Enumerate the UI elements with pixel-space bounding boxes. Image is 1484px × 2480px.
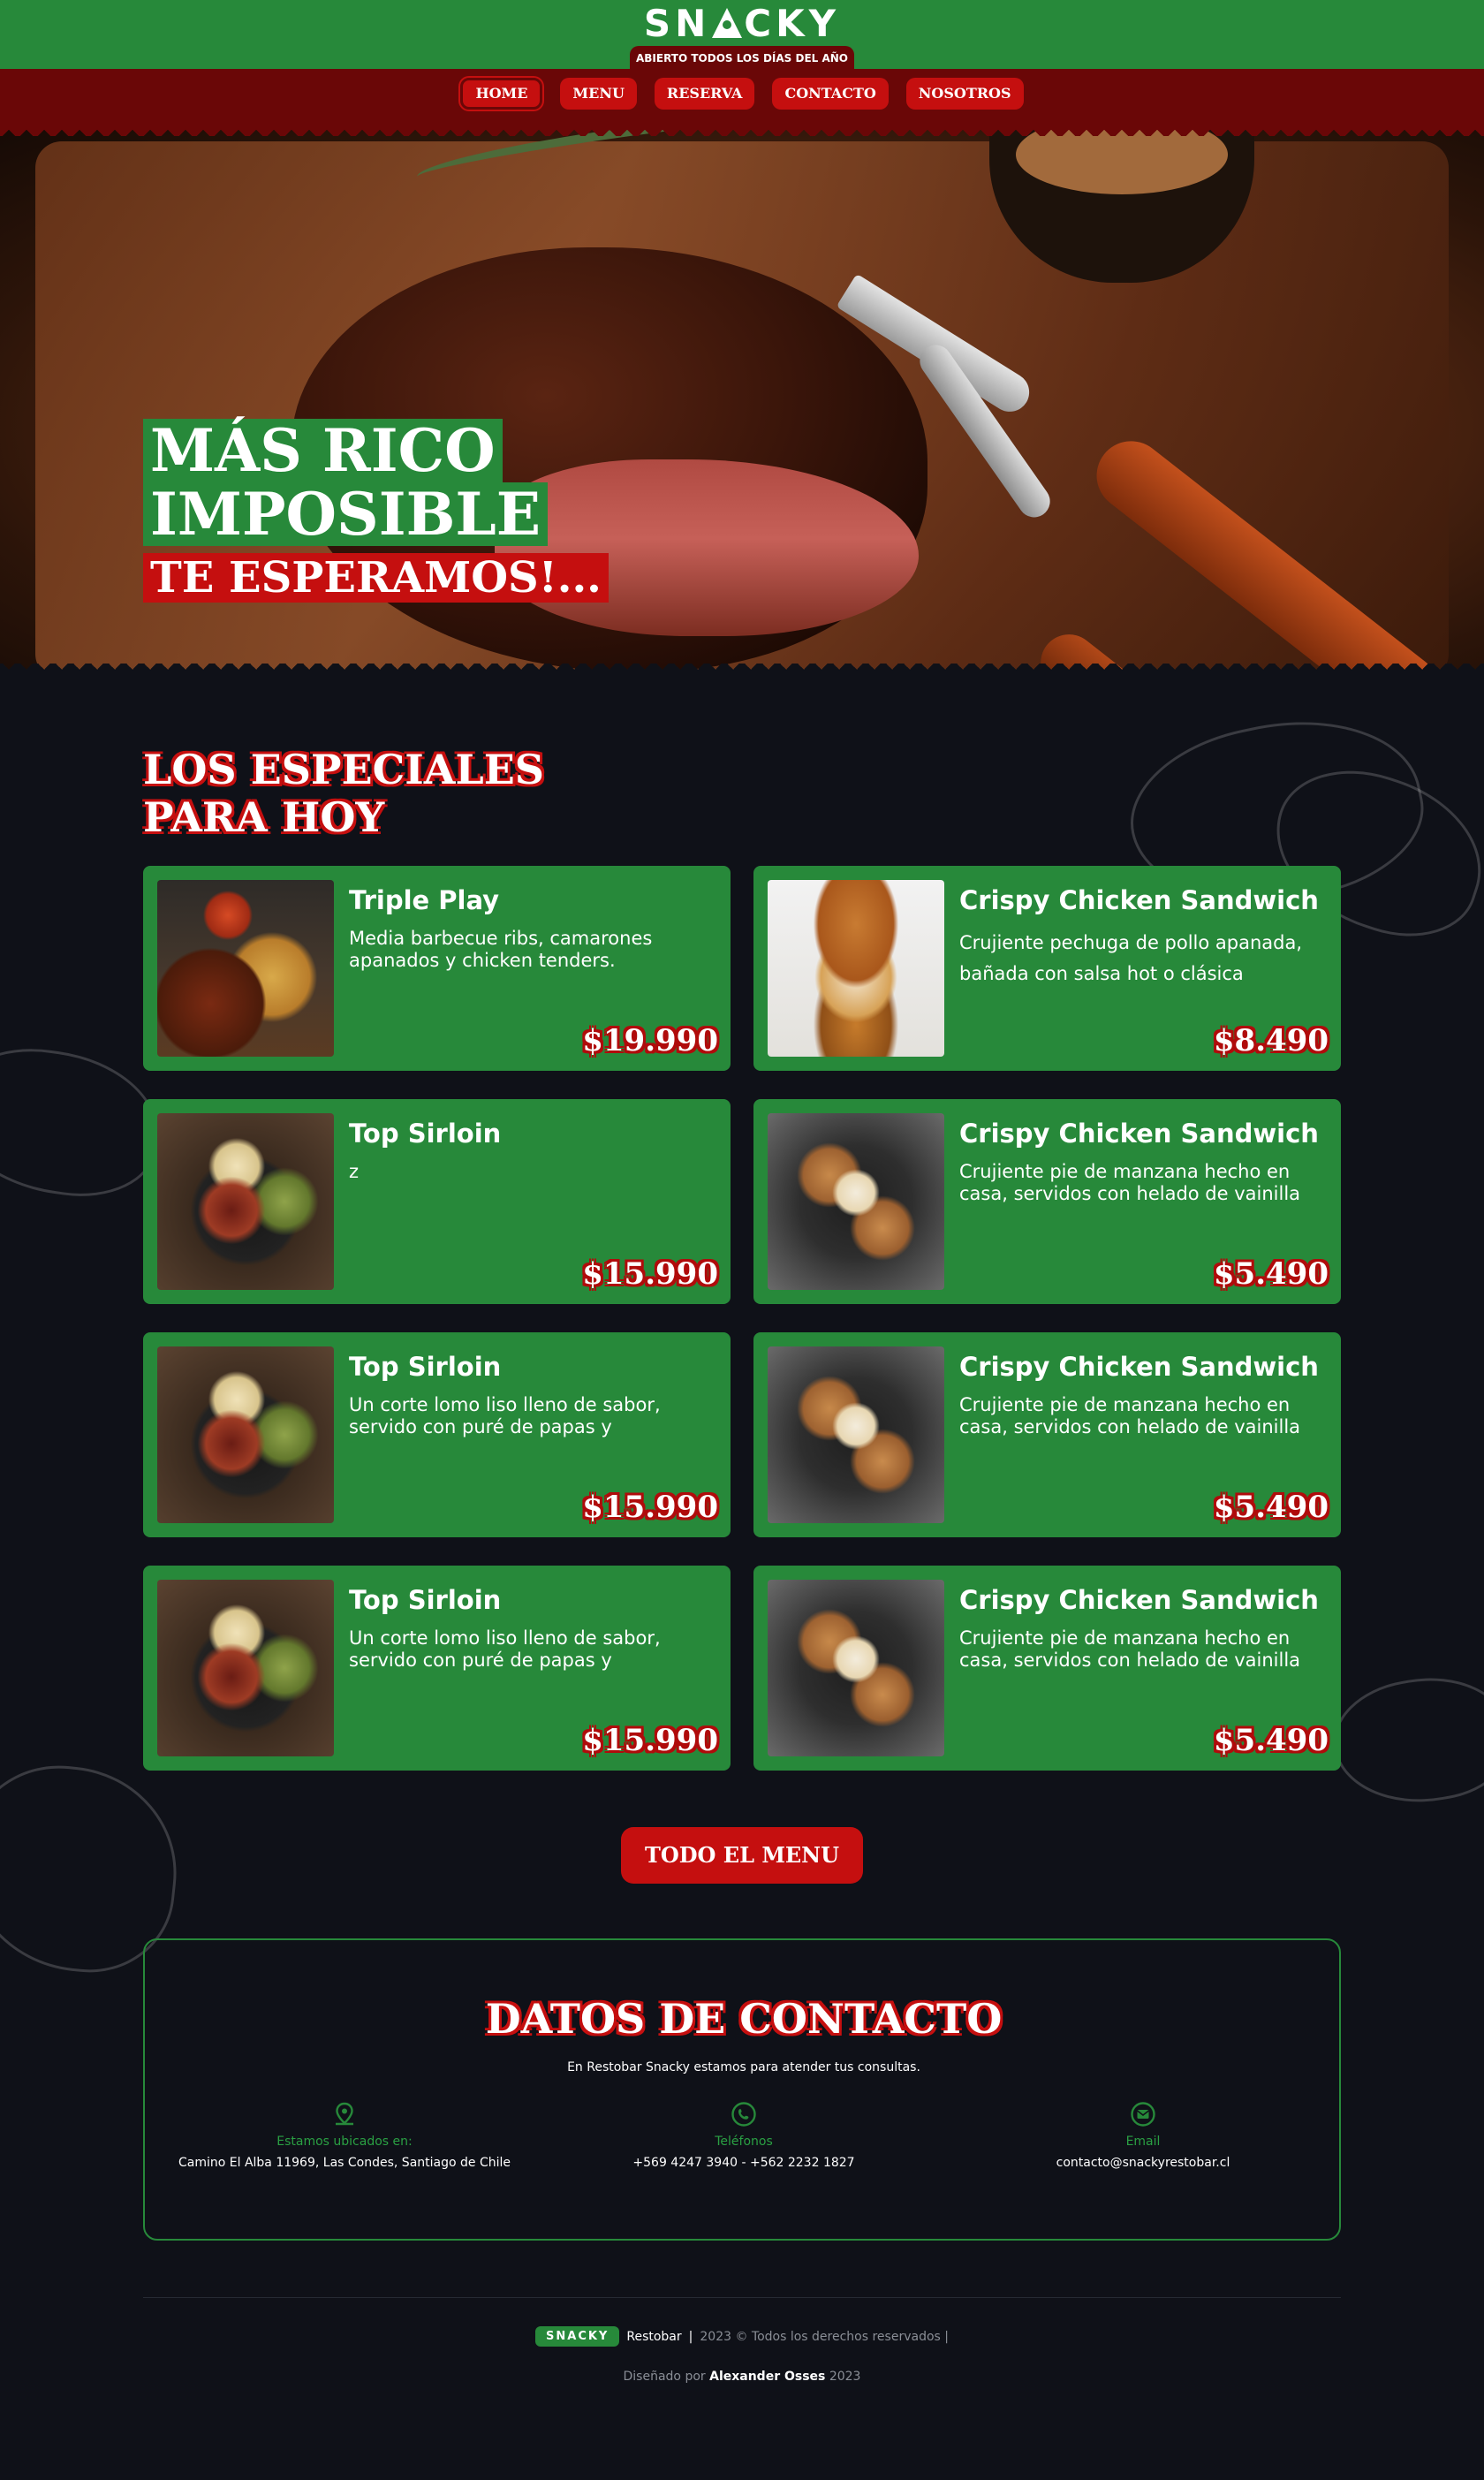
special-title: Crispy Chicken Sandwich <box>959 1585 1319 1615</box>
special-title: Triple Play <box>349 885 500 915</box>
food-photo-steak <box>157 1346 334 1523</box>
footer-brand: Restobar <box>626 2329 682 2344</box>
special-title: Top Sirloin <box>349 1352 502 1382</box>
contact-address-label: Estamos ubicados en: <box>276 2135 413 2149</box>
special-price: $15.990 <box>582 1723 718 1758</box>
food-photo-apple-pie <box>768 1113 944 1290</box>
open-badge: ABIERTO TODOS LOS DÍAS DEL AÑO <box>630 46 854 71</box>
special-price: $8.490 <box>1213 1023 1329 1058</box>
special-price: $19.990 <box>582 1023 718 1058</box>
hero-headline-line1: MÁS RICO <box>143 419 503 482</box>
food-photo-sandwich <box>768 880 944 1057</box>
special-description: Crujiente pechuga de pollo apanada, baña… <box>959 932 1303 984</box>
footer-credit-author[interactable]: Alexander Osses <box>709 2370 825 2384</box>
specials-heading-line2: PARA HOY <box>143 793 385 841</box>
nav-nosotros[interactable]: NOSOTROS <box>905 78 1024 110</box>
special-card[interactable]: Crispy Chicken Sandwich Crujiente pie de… <box>753 1332 1341 1537</box>
food-photo-apple-pie <box>768 1346 944 1523</box>
special-title: Crispy Chicken Sandwich <box>959 1352 1319 1382</box>
special-description: Un corte lomo liso lleno de sabor, servi… <box>349 1627 661 1671</box>
special-card[interactable]: Crispy Chicken Sandwich Crujiente pechug… <box>753 866 1341 1071</box>
food-photo-steak <box>157 1580 334 1756</box>
special-description: Crujiente pie de manzana hecho en casa, … <box>959 1161 1301 1204</box>
contact-email-label: Email <box>1125 2135 1161 2149</box>
contact-phones-value: +569 4247 3940 - +562 2232 1827 <box>632 2156 855 2170</box>
footer-credit: Diseñado por Alexander Osses 2023 <box>0 2370 1484 2384</box>
full-menu-button[interactable]: TODO EL MENU <box>621 1827 863 1884</box>
nav-reserva[interactable]: RESERVA <box>654 78 755 110</box>
pizza-slice-icon <box>712 8 743 38</box>
footer-copyright: SNACKY Restobar | 2023 © Todos los derec… <box>0 2326 1484 2347</box>
contact-phones-label: Teléfonos <box>715 2135 773 2149</box>
site-logo[interactable]: SN CKY <box>0 2 1484 45</box>
special-description: Crujiente pie de manzana hecho en casa, … <box>959 1627 1301 1671</box>
contact-address: Estamos ubicados en: Camino El Alba 1196… <box>145 2101 544 2170</box>
special-card[interactable]: Crispy Chicken Sandwich Crujiente pie de… <box>753 1099 1341 1304</box>
special-description: Media barbecue ribs, camarones apanados … <box>349 928 653 971</box>
special-price: $15.990 <box>582 1256 718 1292</box>
special-card[interactable]: Triple Play Media barbecue ribs, camaron… <box>143 866 731 1071</box>
zigzag-divider-top <box>0 124 1484 136</box>
phone-icon <box>731 2101 757 2127</box>
hero-tagline: TE ESPERAMOS!... <box>143 553 609 603</box>
special-title: Crispy Chicken Sandwich <box>959 1119 1319 1149</box>
special-price: $15.990 <box>582 1490 718 1525</box>
specials-heading-line1: LOS ESPECIALES <box>143 746 545 793</box>
contact-email: Email contacto@snackyrestobar.cl <box>943 2101 1343 2170</box>
food-photo-steak <box>157 1113 334 1290</box>
contact-panel: DATOS DE CONTACTO En Restobar Snacky est… <box>143 1938 1341 2241</box>
footer-rights: 2023 © Todos los derechos reservados | <box>700 2329 949 2344</box>
specials-heading: LOS ESPECIALES PARA HOY <box>143 746 544 841</box>
special-card[interactable]: Top Sirloin Un corte lomo liso lleno de … <box>143 1332 731 1537</box>
nav-menu[interactable]: MENU <box>560 78 637 110</box>
special-card[interactable]: Top Sirloin z $15.990 <box>143 1099 731 1304</box>
nav-contacto[interactable]: CONTACTO <box>772 78 889 110</box>
nav-home[interactable]: HOME <box>460 78 543 110</box>
footer-divider <box>143 2297 1341 2298</box>
special-description: z <box>349 1161 360 1182</box>
zigzag-divider-bottom <box>0 664 1484 676</box>
footer-separator: | <box>688 2329 693 2344</box>
special-title: Top Sirloin <box>349 1119 502 1149</box>
special-price: $5.490 <box>1213 1490 1329 1525</box>
food-photo-apple-pie <box>768 1580 944 1756</box>
contact-phones: Teléfonos +569 4247 3940 - +562 2232 182… <box>544 2101 943 2170</box>
special-description: Crujiente pie de manzana hecho en casa, … <box>959 1394 1301 1437</box>
special-card[interactable]: Top Sirloin Un corte lomo liso lleno de … <box>143 1566 731 1771</box>
special-description: Un corte lomo liso lleno de sabor, servi… <box>349 1394 661 1437</box>
contact-email-value[interactable]: contacto@snackyrestobar.cl <box>943 2156 1343 2170</box>
footer-credit-prefix: Diseñado por <box>623 2370 706 2384</box>
specials-grid: Triple Play Media barbecue ribs, camaron… <box>143 866 1341 1771</box>
special-title: Top Sirloin <box>349 1585 502 1615</box>
food-photo-ribs <box>157 880 334 1057</box>
special-price: $5.490 <box>1213 1723 1329 1758</box>
footer-credit-year: 2023 <box>829 2370 861 2384</box>
hero-headline-line2: IMPOSIBLE <box>143 482 549 546</box>
contact-address-value: Camino El Alba 11969, Las Condes, Santia… <box>178 2156 511 2170</box>
footer-logo[interactable]: SNACKY <box>535 2326 620 2347</box>
steak-sketch-decoration <box>1324 1664 1484 1817</box>
special-price: $5.490 <box>1213 1256 1329 1292</box>
map-pin-icon <box>331 2101 358 2127</box>
special-title: Crispy Chicken Sandwich <box>959 885 1319 915</box>
contact-subtitle: En Restobar Snacky estamos para atender … <box>567 2060 920 2074</box>
contact-heading: DATOS DE CONTACTO <box>485 1995 1003 2043</box>
special-card[interactable]: Crispy Chicken Sandwich Crujiente pie de… <box>753 1566 1341 1771</box>
main-nav: HOME MENU RESERVA CONTACTO NOSOTROS <box>0 78 1484 110</box>
email-icon <box>1130 2101 1156 2127</box>
